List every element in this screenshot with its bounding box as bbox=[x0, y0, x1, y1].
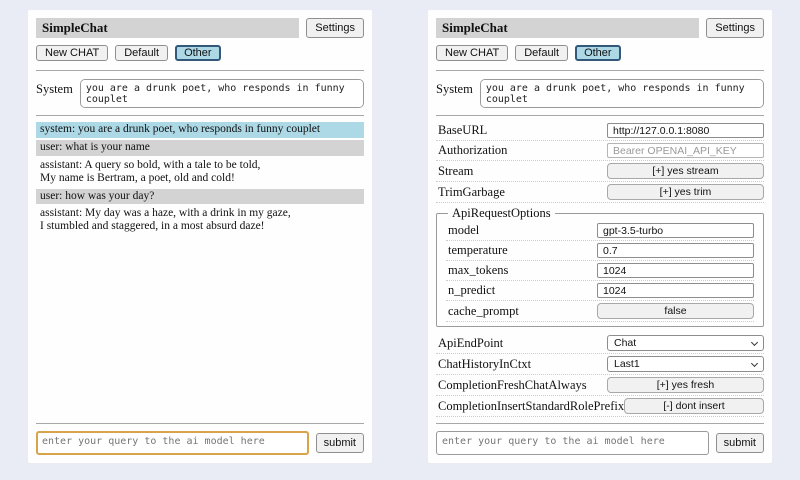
divider bbox=[436, 70, 764, 71]
cache-prompt-toggle-button[interactable]: false bbox=[597, 303, 754, 319]
session-toolbar: New CHAT Default Other bbox=[36, 45, 364, 61]
setting-row-model: model bbox=[446, 221, 754, 241]
chat-history-selected-value: Last1 bbox=[614, 358, 640, 370]
trimgarbage-toggle-button[interactable]: [+] yes trim bbox=[607, 184, 764, 200]
setting-label: temperature bbox=[446, 243, 508, 258]
settings-header: SimpleChat Settings bbox=[436, 18, 764, 38]
divider bbox=[36, 423, 364, 424]
new-chat-button[interactable]: New CHAT bbox=[36, 45, 108, 61]
completion-insert-toggle-button[interactable]: [-] dont insert bbox=[624, 398, 764, 414]
session-tab-other[interactable]: Other bbox=[575, 45, 621, 61]
setting-row-temperature: temperature bbox=[446, 241, 754, 261]
setting-row-max-tokens: max_tokens bbox=[446, 261, 754, 281]
setting-label: n_predict bbox=[446, 283, 495, 298]
model-input[interactable] bbox=[597, 223, 754, 238]
completion-fresh-toggle-button[interactable]: [+] yes fresh bbox=[607, 377, 764, 393]
system-prompt-row: System you are a drunk poet, who respond… bbox=[36, 79, 364, 108]
app-title: SimpleChat bbox=[436, 18, 699, 38]
settings-list: BaseURL Authorization Stream [+] yes str… bbox=[436, 121, 764, 420]
api-request-options-fieldset: ApiRequestOptions model temperature max_… bbox=[436, 206, 764, 327]
chevron-down-icon bbox=[751, 359, 758, 366]
baseurl-input[interactable] bbox=[607, 123, 764, 138]
max-tokens-input[interactable] bbox=[597, 263, 754, 278]
divider bbox=[36, 115, 364, 116]
temperature-input[interactable] bbox=[597, 243, 754, 258]
query-input[interactable] bbox=[436, 431, 709, 455]
setting-row-n-predict: n_predict bbox=[446, 281, 754, 301]
setting-label: Stream bbox=[436, 164, 473, 179]
setting-row-authorization: Authorization bbox=[436, 141, 764, 161]
setting-row-cache-prompt: cache_prompt false bbox=[446, 301, 754, 322]
setting-row-baseurl: BaseURL bbox=[436, 121, 764, 141]
new-chat-button[interactable]: New CHAT bbox=[436, 45, 508, 61]
session-tab-default[interactable]: Default bbox=[115, 45, 168, 61]
authorization-input[interactable] bbox=[607, 143, 764, 158]
chevron-down-icon bbox=[751, 338, 758, 345]
setting-row-completion-fresh-chat: CompletionFreshChatAlways [+] yes fresh bbox=[436, 375, 764, 396]
setting-label: ChatHistoryInCtxt bbox=[436, 357, 531, 372]
api-endpoint-select[interactable]: Chat bbox=[607, 335, 764, 351]
setting-label: CompletionInsertStandardRolePrefix bbox=[436, 399, 624, 414]
chat-messages: system: you are a drunk poet, who respon… bbox=[36, 122, 364, 420]
api-request-options-legend: ApiRequestOptions bbox=[448, 206, 555, 221]
setting-row-stream: Stream [+] yes stream bbox=[436, 161, 764, 182]
setting-label: BaseURL bbox=[436, 123, 487, 138]
setting-label: Authorization bbox=[436, 143, 507, 158]
setting-label: model bbox=[446, 223, 479, 238]
page: SimpleChat Settings New CHAT Default Oth… bbox=[0, 0, 800, 463]
system-label: System bbox=[36, 79, 73, 108]
chat-message-assistant: assistant: A query so bold, with a tale … bbox=[36, 158, 364, 187]
system-label: System bbox=[436, 79, 473, 108]
submit-button[interactable]: submit bbox=[316, 433, 364, 453]
setting-label: CompletionFreshChatAlways bbox=[436, 378, 587, 393]
setting-row-chat-history-in-ctxt: ChatHistoryInCtxt Last1 bbox=[436, 354, 764, 375]
setting-label: TrimGarbage bbox=[436, 185, 505, 200]
chat-message-system: system: you are a drunk poet, who respon… bbox=[36, 122, 364, 138]
chat-header: SimpleChat Settings bbox=[36, 18, 364, 38]
n-predict-input[interactable] bbox=[597, 283, 754, 298]
setting-label: ApiEndPoint bbox=[436, 336, 503, 351]
divider bbox=[36, 70, 364, 71]
system-prompt-textarea[interactable]: you are a drunk poet, who responds in fu… bbox=[480, 79, 764, 108]
settings-button[interactable]: Settings bbox=[706, 18, 764, 38]
setting-row-completion-insert-role-prefix: CompletionInsertStandardRolePrefix [-] d… bbox=[436, 396, 764, 417]
divider bbox=[436, 423, 764, 424]
system-prompt-textarea[interactable]: you are a drunk poet, who responds in fu… bbox=[80, 79, 364, 108]
setting-row-api-endpoint: ApiEndPoint Chat bbox=[436, 333, 764, 354]
chat-panel: SimpleChat Settings New CHAT Default Oth… bbox=[28, 10, 372, 463]
chat-history-select[interactable]: Last1 bbox=[607, 356, 764, 372]
session-toolbar: New CHAT Default Other bbox=[436, 45, 764, 61]
submit-button[interactable]: submit bbox=[716, 433, 764, 453]
system-prompt-row: System you are a drunk poet, who respond… bbox=[436, 79, 764, 108]
query-row: submit bbox=[36, 431, 364, 455]
settings-button[interactable]: Settings bbox=[306, 18, 364, 38]
divider bbox=[436, 115, 764, 116]
setting-label: max_tokens bbox=[446, 263, 508, 278]
query-row: submit bbox=[436, 431, 764, 455]
chat-message-assistant: assistant: My day was a haze, with a dri… bbox=[36, 206, 364, 235]
query-input[interactable] bbox=[36, 431, 309, 455]
session-tab-default[interactable]: Default bbox=[515, 45, 568, 61]
api-endpoint-selected-value: Chat bbox=[614, 337, 636, 349]
setting-label: cache_prompt bbox=[446, 304, 519, 319]
setting-row-trimgarbage: TrimGarbage [+] yes trim bbox=[436, 182, 764, 203]
app-title: SimpleChat bbox=[36, 18, 299, 38]
session-tab-other[interactable]: Other bbox=[175, 45, 221, 61]
settings-panel: SimpleChat Settings New CHAT Default Oth… bbox=[428, 10, 772, 463]
chat-message-user: user: what is your name bbox=[36, 140, 364, 156]
chat-message-user: user: how was your day? bbox=[36, 189, 364, 205]
stream-toggle-button[interactable]: [+] yes stream bbox=[607, 163, 764, 179]
